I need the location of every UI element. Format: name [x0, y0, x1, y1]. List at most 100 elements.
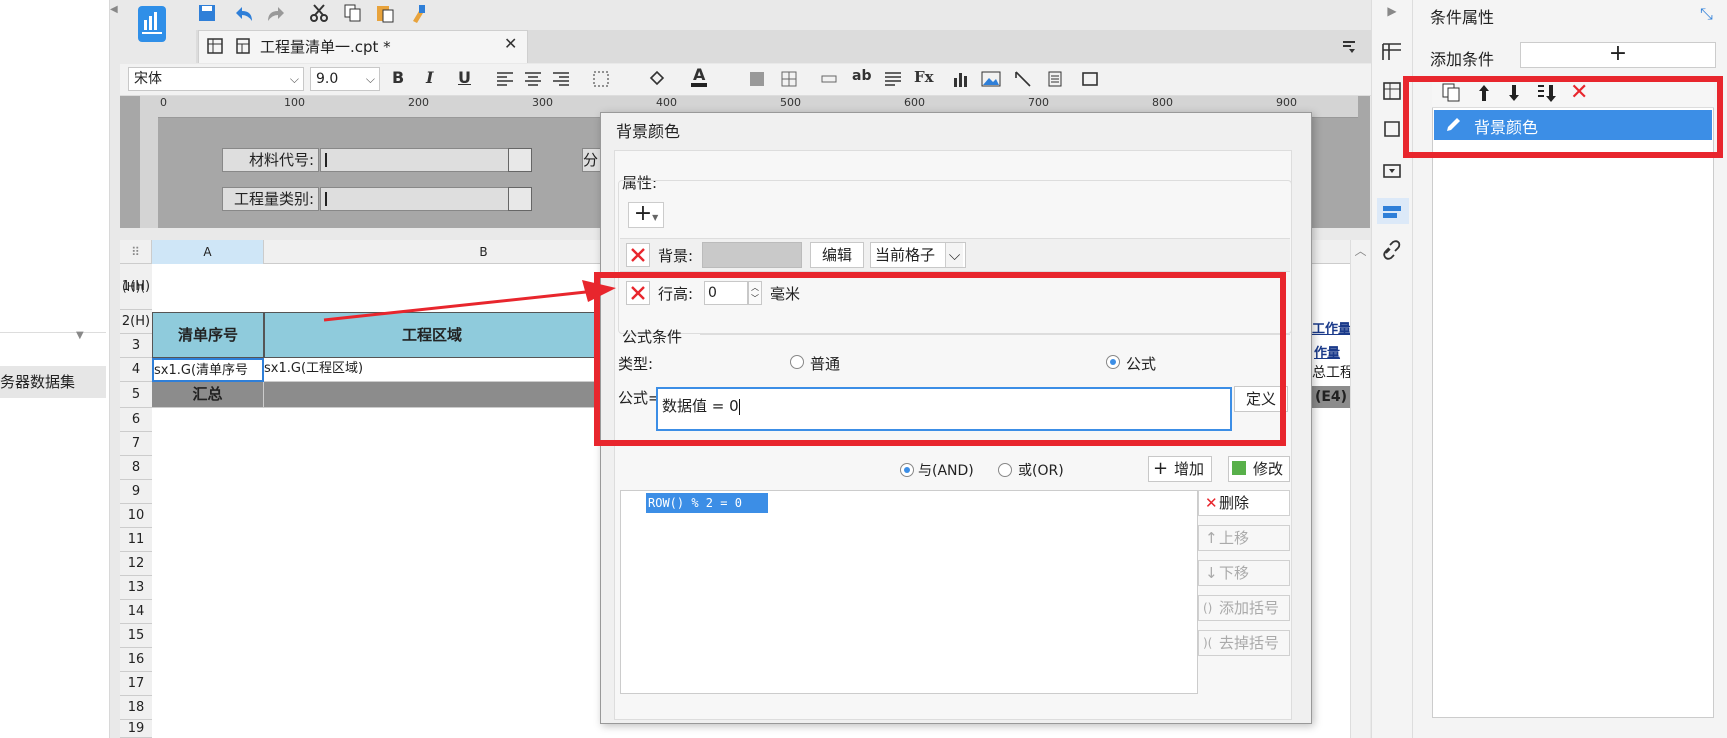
row-header[interactable]: 17	[120, 672, 152, 696]
cell-b4[interactable]: sx1.G(工程区域)	[264, 358, 600, 382]
row-header[interactable]: 4	[120, 358, 152, 382]
style-icon[interactable]	[1381, 118, 1403, 140]
apply-scope-select[interactable]: 当前格子 ⌵	[870, 242, 966, 268]
slash-icon[interactable]	[1010, 66, 1036, 92]
and-radio[interactable]	[900, 463, 914, 477]
report-file-icon	[230, 33, 256, 59]
ruler-tick: 700	[1028, 96, 1049, 109]
condition-attribute-icon[interactable]	[1377, 198, 1409, 224]
quantity-type-field[interactable]	[320, 187, 510, 211]
widget-icon[interactable]	[1381, 160, 1403, 182]
server-dataset-item[interactable]: 务器数据集	[0, 366, 106, 398]
row-header[interactable]: 7	[120, 432, 152, 456]
cell-a4[interactable]: sx1.G(清单序号	[152, 358, 264, 382]
cell-attribute-icon[interactable]	[1381, 40, 1403, 62]
text-wrap-icon[interactable]: ab	[852, 68, 871, 84]
row-header[interactable]: 15	[120, 624, 152, 648]
formula-icon[interactable]: Fx	[914, 68, 934, 86]
header-cell-a[interactable]: 清单序号	[152, 312, 264, 358]
insert-row-icon[interactable]	[816, 66, 842, 92]
hyperlink-icon[interactable]	[1381, 238, 1403, 260]
split-cells-icon[interactable]	[776, 66, 802, 92]
sum-cell-b[interactable]	[264, 382, 600, 408]
redo-icon[interactable]	[264, 0, 290, 26]
column-header-a[interactable]: A	[152, 240, 264, 264]
undo-icon[interactable]	[230, 0, 256, 26]
cell-element-icon[interactable]	[1078, 66, 1104, 92]
font-size-select[interactable]: 9.0 ⌵	[310, 67, 380, 91]
image-icon[interactable]	[978, 66, 1004, 92]
material-code-field[interactable]	[320, 148, 510, 172]
close-tab-icon[interactable]: ✕	[504, 34, 517, 53]
row-header[interactable]: 6	[120, 408, 152, 432]
app-logo[interactable]	[138, 6, 166, 42]
scroll-up-icon[interactable]: ︿	[1351, 242, 1370, 259]
edit-background-button[interactable]: 编辑	[810, 242, 864, 268]
cut-icon[interactable]	[306, 0, 332, 26]
row-header[interactable]: 14	[120, 600, 152, 624]
condition-expression-list[interactable]	[620, 490, 1198, 694]
grid-view-icon[interactable]	[202, 33, 228, 59]
dropdown-arrow-icon[interactable]: ▼	[76, 330, 84, 341]
collapse-left-icon[interactable]: ◀	[110, 4, 120, 22]
sub-report-icon[interactable]	[1042, 66, 1068, 92]
fill-color-icon[interactable]	[644, 66, 670, 92]
or-radio[interactable]	[998, 463, 1012, 477]
hidden-header-1: 工作量	[1312, 322, 1352, 337]
row-header[interactable]: 3	[120, 334, 152, 358]
add-condition-button[interactable]: +	[1520, 42, 1716, 68]
remove-background-button[interactable]	[626, 243, 650, 267]
quantity-type-label: 工程量类别:	[222, 187, 319, 211]
remove-parenthesis-button[interactable]: )(去掉括号	[1198, 630, 1290, 656]
cell-element-icon[interactable]	[1381, 80, 1403, 102]
add-condition-dialog-button[interactable]: + 增加	[1148, 456, 1212, 482]
font-family-select[interactable]: 宋体 ⌵	[128, 67, 304, 91]
ruler-tick: 300	[532, 96, 553, 109]
align-right-icon[interactable]	[548, 66, 574, 92]
add-parenthesis-button[interactable]: () 添加括号	[1198, 595, 1290, 621]
add-property-button[interactable]: +▼	[628, 202, 664, 228]
row-header[interactable]: 9	[120, 480, 152, 504]
tab-menu-icon[interactable]	[1336, 34, 1362, 60]
align-left-icon[interactable]	[492, 66, 518, 92]
row-header[interactable]: 19	[120, 720, 152, 738]
row-header[interactable]: 18	[120, 696, 152, 720]
material-code-picker-button[interactable]	[508, 148, 532, 172]
chart-icon[interactable]	[948, 66, 974, 92]
row-header[interactable]: 8	[120, 456, 152, 480]
italic-icon[interactable]: I	[426, 68, 433, 87]
row-header[interactable]: 12	[120, 552, 152, 576]
modify-condition-button[interactable]: 修改	[1228, 456, 1290, 482]
condition-expression-selected[interactable]: ROW() % 2 = 0	[646, 493, 768, 513]
expand-right-icon[interactable]: ▶	[1381, 4, 1403, 26]
copy-icon[interactable]	[340, 0, 366, 26]
paragraph-icon[interactable]	[880, 66, 906, 92]
corner-handle-icon[interactable]: ⠿	[120, 240, 152, 264]
underline-icon[interactable]: U	[458, 68, 471, 87]
row-header[interactable]: 10	[120, 504, 152, 528]
align-center-icon[interactable]	[520, 66, 546, 92]
move-up-expression-button[interactable]: ↑ 上移	[1198, 525, 1290, 551]
quantity-type-picker-button[interactable]	[508, 187, 532, 211]
bold-icon[interactable]: B	[392, 68, 404, 87]
background-color-swatch[interactable]	[702, 242, 802, 268]
collapse-panel-icon[interactable]: ⤡	[1700, 4, 1713, 24]
merge-cells-icon[interactable]	[744, 66, 770, 92]
add-condition-label: 添加条件	[1430, 50, 1495, 69]
row-header[interactable]: 2(H)	[120, 310, 152, 334]
delete-expression-button[interactable]: ✕ 删除	[1198, 490, 1290, 516]
border-icon[interactable]	[588, 66, 614, 92]
move-down-expression-button[interactable]: ↓ 下移	[1198, 560, 1290, 586]
row-header[interactable]: 16	[120, 648, 152, 672]
vertical-scrollbar[interactable]: ︿	[1350, 240, 1370, 738]
sum-cell[interactable]: 汇总	[152, 382, 264, 408]
paste-icon[interactable]	[372, 0, 398, 26]
format-brush-icon[interactable]	[406, 0, 432, 26]
font-color-icon[interactable]: A	[686, 64, 712, 90]
row-header[interactable]: 5	[120, 382, 152, 408]
row-header[interactable]: 11	[120, 528, 152, 552]
save-icon[interactable]	[194, 0, 220, 26]
and-label: 与(AND)	[918, 463, 974, 479]
ruler-tick: 900	[1276, 96, 1297, 109]
row-header[interactable]: 13	[120, 576, 152, 600]
